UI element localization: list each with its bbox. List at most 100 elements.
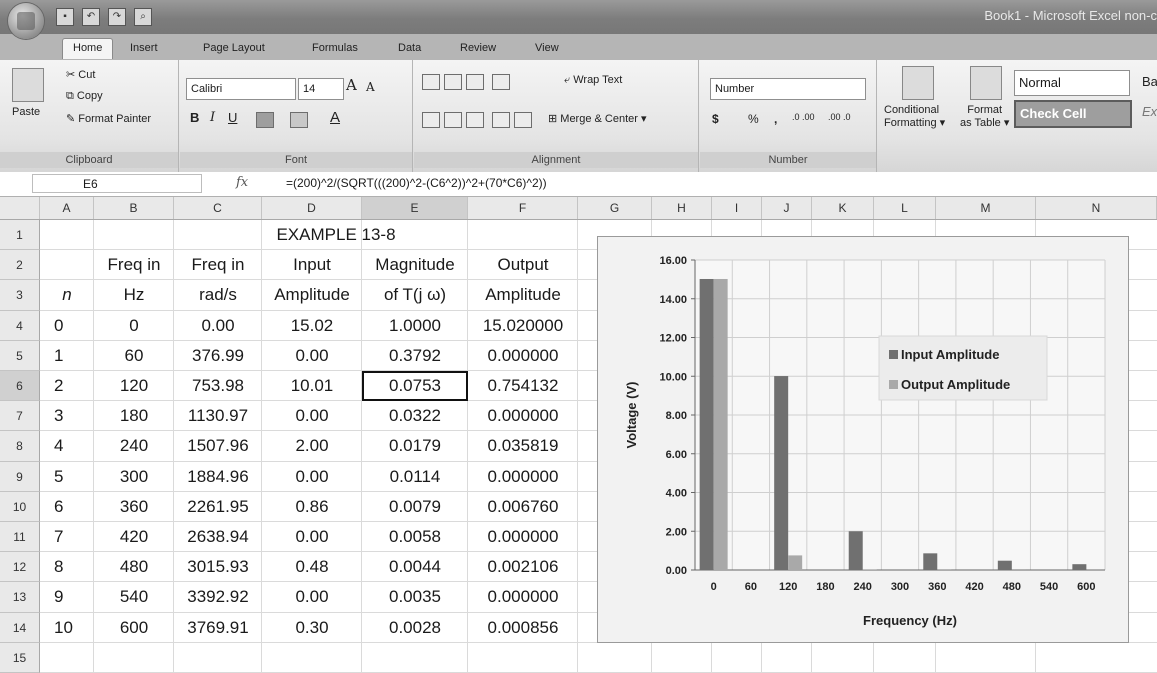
header-cell[interactable]: Amplitude — [468, 280, 578, 310]
column-header[interactable]: N — [1036, 197, 1157, 219]
italic-button[interactable]: I — [210, 110, 215, 125]
bold-button[interactable]: B — [190, 110, 199, 125]
data-cell[interactable]: 0.0028 — [362, 613, 468, 643]
data-cell[interactable]: 0.754132 — [468, 371, 578, 401]
font-size-select[interactable]: 14 — [298, 78, 344, 100]
percent-button[interactable]: % — [748, 112, 759, 126]
increase-indent-icon[interactable] — [514, 112, 532, 128]
data-cell[interactable]: 0.00 — [262, 522, 362, 552]
tab-home[interactable]: Home — [62, 38, 113, 59]
cut-button[interactable]: ✂ Cut — [66, 68, 95, 81]
undo-icon[interactable]: ↶ — [82, 8, 100, 26]
header-cell[interactable]: Freq in — [174, 250, 262, 280]
data-cell[interactable]: 0.3792 — [362, 341, 468, 371]
data-cell[interactable]: 0.0322 — [362, 401, 468, 431]
header-cell[interactable]: n — [40, 280, 94, 310]
orientation-icon[interactable] — [492, 74, 510, 90]
align-left-icon[interactable] — [422, 112, 440, 128]
data-cell[interactable]: 60 — [94, 341, 174, 371]
data-cell[interactable]: 300 — [94, 462, 174, 492]
data-cell[interactable]: 0.0035 — [362, 582, 468, 612]
increase-decimal-button[interactable]: .0 .00 — [792, 112, 815, 122]
data-cell[interactable]: 5 — [40, 462, 94, 492]
name-box[interactable]: E6 — [32, 174, 202, 193]
style-check-cell[interactable]: Check Cell — [1014, 100, 1132, 128]
header-cell[interactable]: Freq in — [94, 250, 174, 280]
number-format-select[interactable]: Number — [710, 78, 866, 100]
format-as-table-button[interactable]: Formatas Table ▾ — [960, 104, 1009, 129]
header-cell[interactable]: Output — [468, 250, 578, 280]
paste-icon[interactable] — [12, 68, 44, 102]
header-cell[interactable]: Hz — [94, 280, 174, 310]
font-color-button[interactable]: A — [330, 109, 340, 126]
style-normal[interactable]: Normal — [1014, 70, 1130, 96]
tab-data[interactable]: Data — [398, 42, 421, 54]
data-cell[interactable]: 0.86 — [262, 492, 362, 522]
wrap-text-button[interactable]: ⤶ Wrap Text — [564, 74, 622, 87]
fill-color-icon[interactable] — [290, 112, 308, 128]
header-cell[interactable]: Input — [262, 250, 362, 280]
copy-button[interactable]: ⧉ Copy — [66, 90, 103, 103]
data-cell[interactable]: 3 — [40, 401, 94, 431]
data-cell[interactable]: 0.00 — [262, 462, 362, 492]
data-cell[interactable]: 0.000000 — [468, 462, 578, 492]
data-cell[interactable]: 0.000856 — [468, 613, 578, 643]
data-cell[interactable]: 120 — [94, 371, 174, 401]
data-cell[interactable]: 9 — [40, 582, 94, 612]
chart[interactable]: 0.002.004.006.008.0010.0012.0014.0016.00… — [597, 236, 1129, 643]
row-header[interactable]: 11 — [0, 522, 40, 552]
row-header[interactable]: 8 — [0, 431, 40, 461]
tab-review[interactable]: Review — [460, 42, 496, 54]
selected-cell[interactable]: 0.0753 — [362, 371, 468, 401]
tab-view[interactable]: View — [535, 42, 559, 54]
row-header[interactable]: 12 — [0, 552, 40, 582]
data-cell[interactable]: 7 — [40, 522, 94, 552]
row-header[interactable]: 14 — [0, 613, 40, 643]
data-cell[interactable]: 540 — [94, 582, 174, 612]
header-cell[interactable]: rad/s — [174, 280, 262, 310]
data-cell[interactable]: 15.02 — [262, 311, 362, 341]
formula-input[interactable]: =(200)^2/(SQRT(((200)^2-(C6^2))^2+(70*C6… — [286, 176, 547, 190]
conditional-formatting-icon[interactable] — [902, 66, 934, 100]
grow-font-button[interactable]: A — [346, 76, 357, 94]
header-cell[interactable]: of T(j ω) — [362, 280, 468, 310]
data-cell[interactable]: 753.98 — [174, 371, 262, 401]
data-cell[interactable]: 240 — [94, 431, 174, 461]
underline-button[interactable]: U — [228, 110, 237, 125]
column-header[interactable]: J — [762, 197, 812, 219]
style-bad[interactable]: Ba — [1142, 74, 1157, 89]
column-header[interactable]: K — [812, 197, 874, 219]
data-cell[interactable]: 0.30 — [262, 613, 362, 643]
row-header[interactable]: 3 — [0, 280, 40, 310]
column-header[interactable]: D — [262, 197, 362, 219]
decrease-decimal-button[interactable]: .00 .0 — [828, 112, 851, 122]
data-cell[interactable]: 1.0000 — [362, 311, 468, 341]
column-header[interactable]: B — [94, 197, 174, 219]
row-header[interactable]: 13 — [0, 582, 40, 612]
data-cell[interactable]: 1 — [40, 341, 94, 371]
data-cell[interactable]: 0.00 — [262, 401, 362, 431]
data-cell[interactable]: 0.00 — [174, 311, 262, 341]
data-cell[interactable]: 1884.96 — [174, 462, 262, 492]
row-header[interactable]: 5 — [0, 341, 40, 371]
data-cell[interactable]: 10 — [40, 613, 94, 643]
row-header[interactable]: 9 — [0, 462, 40, 492]
data-cell[interactable]: 0 — [40, 311, 94, 341]
column-header[interactable]: M — [936, 197, 1036, 219]
row-header[interactable]: 1 — [0, 220, 40, 250]
row-header[interactable]: 6 — [0, 371, 40, 401]
merge-center-button[interactable]: ⊞ Merge & Center ▾ — [548, 112, 647, 125]
tab-insert[interactable]: Insert — [130, 42, 158, 54]
data-cell[interactable]: 10.01 — [262, 371, 362, 401]
currency-button[interactable]: $ — [712, 112, 719, 126]
data-cell[interactable]: 360 — [94, 492, 174, 522]
data-cell[interactable]: 0.000000 — [468, 401, 578, 431]
align-bottom-icon[interactable] — [466, 74, 484, 90]
data-cell[interactable]: 0.0044 — [362, 552, 468, 582]
data-cell[interactable]: 3769.91 — [174, 613, 262, 643]
header-cell[interactable]: Magnitude — [362, 250, 468, 280]
data-cell[interactable]: 2261.95 — [174, 492, 262, 522]
redo-icon[interactable]: ↷ — [108, 8, 126, 26]
row-header[interactable]: 4 — [0, 311, 40, 341]
data-cell[interactable]: 600 — [94, 613, 174, 643]
